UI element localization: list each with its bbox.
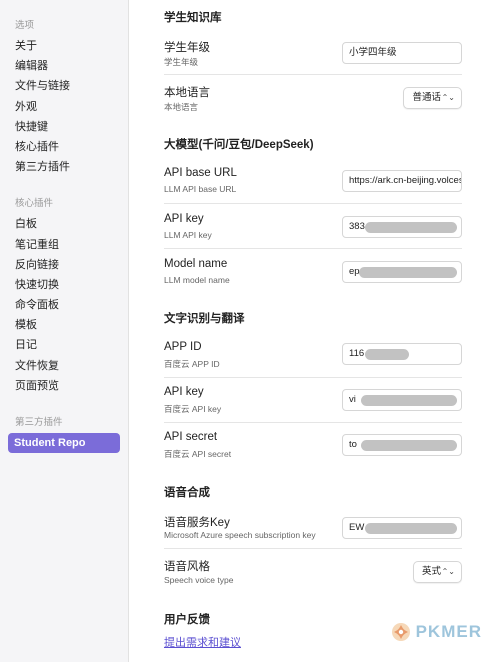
setting-desc: LLM API base URL [164,184,237,194]
section-title-ocr: 文字识别与翻译 [164,313,245,325]
redaction-blur [365,349,409,360]
sidebar-item-editor[interactable]: 编辑器 [0,56,128,76]
base-url-input[interactable]: https://ark.cn-beijing.volces.com/api/v3 [342,170,462,192]
app-id-input[interactable]: 116 [342,343,462,365]
setting-desc: 百度云 API key [164,404,222,414]
sidebar-item-about[interactable]: 关于 [0,36,128,56]
redaction-blur [365,523,457,534]
settings-sidebar: 选项 关于 编辑器 文件与链接 外观 快捷键 核心插件 第三方插件 核心插件 白… [0,0,129,662]
select-value: 英式 [421,566,441,577]
sidebar-item-daily-notes[interactable]: 日记 [0,335,128,355]
sidebar-item-appearance[interactable]: 外观 [0,97,128,117]
input-value: EW [349,522,365,533]
redaction-blur [359,267,457,278]
llm-api-key-input[interactable]: 383 [342,216,462,238]
redaction-blur [361,440,457,451]
sidebar-item-core-plugins[interactable]: 核心插件 [0,137,128,157]
setting-row-base-url: API base URL LLM API base URL https://ar… [164,159,462,204]
setting-row-model: Model name LLM model name ep [164,249,462,293]
setting-row-speech-key: 语音服务Key Microsoft Azure speech subscript… [164,507,462,549]
setting-desc: 百度云 API secret [164,449,232,459]
sidebar-item-quick-switcher[interactable]: 快速切换 [0,275,128,295]
sidebar-item-backlinks[interactable]: 反向链接 [0,255,128,275]
grade-input[interactable]: 小学四年级 [342,42,462,64]
chevron-up-down-icon: ⌃⌄ [441,93,455,102]
sidebar-item-community-plugins[interactable]: 第三方插件 [0,157,128,177]
section-title-kb: 学生知识库 [164,12,222,24]
sidebar-group-core: 核心插件 [15,198,54,210]
redaction-blur [361,395,457,406]
setting-desc: LLM API key [164,230,212,240]
setting-row-llm-key: API key LLM API key 383 [164,204,462,249]
setting-desc: 学生年级 [164,57,199,67]
pkmer-watermark: PKMER [391,620,482,644]
redaction-blur [365,222,457,233]
sidebar-group-options: 选项 [15,20,35,31]
sidebar-item-canvas[interactable]: 白板 [0,214,128,234]
input-value: to [349,439,357,450]
setting-desc: 百度云 APP ID [164,359,220,369]
setting-row-secret: API secret 百度云 API secret to [164,423,462,468]
speech-key-input[interactable]: EW [342,517,462,539]
setting-label: API base URL [164,167,237,179]
input-value: 116 [349,348,365,359]
setting-desc: LLM model name [164,275,230,285]
setting-label: 语音风格 [164,561,210,573]
sidebar-item-files-links[interactable]: 文件与链接 [0,76,128,96]
setting-desc: 本地语言 [164,102,199,112]
chevron-up-down-icon: ⌃⌄ [441,567,455,576]
sidebar-item-note-composer[interactable]: 笔记重组 [0,235,128,255]
setting-label: API key [164,386,204,398]
setting-label: 语音服务Key [164,517,230,529]
sidebar-group-community: 第三方插件 [15,417,63,428]
feedback-link[interactable]: 提出需求和建议 [164,634,241,650]
setting-row-voice: 语音风格 Speech voice type 英式 ⌃⌄ [164,549,462,594]
sidebar-item-command-palette[interactable]: 命令面板 [0,295,128,315]
setting-label: API secret [164,431,218,443]
setting-row-language: 本地语言 本地语言 普通话 ⌃⌄ [164,75,462,121]
section-title-feedback: 用户反馈 [164,614,210,626]
section-title-llm: 大模型(千问/豆包/DeepSeek) [164,139,314,151]
setting-label: API key [164,213,204,225]
watermark-text: PKMER [415,622,482,641]
sidebar-item-templates[interactable]: 模板 [0,315,128,335]
setting-label: 学生年级 [164,42,210,54]
sidebar-item-file-recovery[interactable]: 文件恢复 [0,356,128,376]
setting-row-ocr-key: API key 百度云 API key vi [164,378,462,423]
input-value: ep [349,266,360,277]
ocr-api-key-input[interactable]: vi [342,389,462,411]
sidebar-item-page-preview[interactable]: 页面预览 [0,376,128,396]
setting-label: APP ID [164,341,202,353]
input-value: vi [349,394,356,405]
pkmer-logo-icon [391,622,411,642]
settings-content: 学生知识库 学生年级 学生年级 小学四年级 本地语言 本地语言 普通话 ⌃⌄ 大… [130,0,500,662]
setting-row-grade: 学生年级 学生年级 小学四年级 [164,33,462,75]
setting-label: 本地语言 [164,87,210,99]
setting-row-app-id: APP ID 百度云 APP ID 116 [164,333,462,378]
voice-select[interactable]: 英式 ⌃⌄ [412,561,462,583]
section-title-tts: 语音合成 [164,487,210,499]
api-secret-input[interactable]: to [342,434,462,456]
select-value: 普通话 [412,92,441,103]
model-name-input[interactable]: ep [342,261,462,283]
setting-desc: Microsoft Azure speech subscription key [164,530,316,540]
setting-desc: Speech voice type [164,575,234,585]
sidebar-item-hotkeys[interactable]: 快捷键 [0,117,128,137]
language-select[interactable]: 普通话 ⌃⌄ [403,87,462,109]
input-value: 383 [349,221,365,232]
setting-label: Model name [164,258,228,270]
sidebar-item-student-repo[interactable]: Student Repo [8,433,120,454]
